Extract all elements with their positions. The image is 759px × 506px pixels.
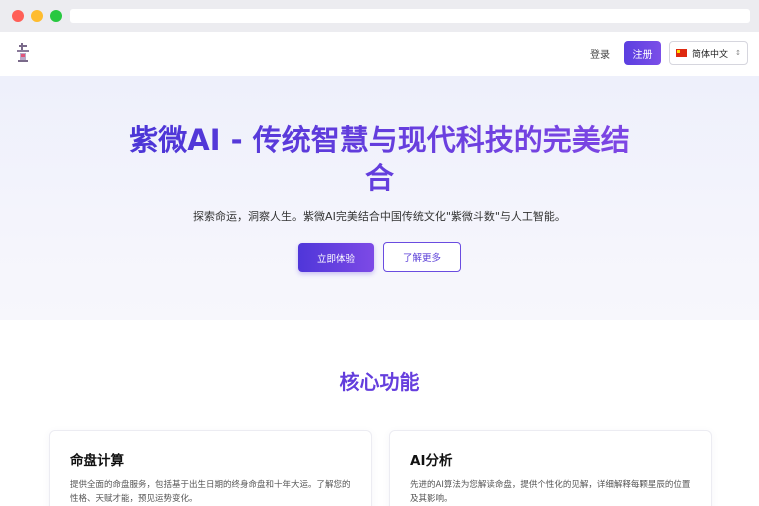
feature-card-title: AI分析: [410, 453, 453, 469]
minimize-window-icon[interactable]: [31, 10, 43, 22]
browser-chrome: [0, 0, 759, 32]
hero-subtitle: 探索命运，洞察人生。紫微AI完美结合中国传统文化"紫微斗数"与人工智能。: [193, 210, 566, 223]
logo-icon[interactable]: [12, 42, 34, 66]
features-section-title: 核心功能: [0, 366, 759, 395]
try-now-button[interactable]: 立即体验: [298, 243, 374, 272]
signup-button[interactable]: 注册: [624, 41, 661, 65]
hero-title: 紫微AI - 传统智慧与现代科技的完美结合: [120, 121, 639, 197]
browser-window: 登录 注册 简体中文 ↕ 紫微AI - 传统智慧与现代科技的完美结合 探索命运，…: [0, 0, 759, 506]
learn-more-button[interactable]: 了解更多: [383, 242, 461, 272]
chevron-up-down-icon: ↕: [735, 48, 741, 57]
maximize-window-icon[interactable]: [50, 10, 62, 22]
close-window-icon[interactable]: [12, 10, 24, 22]
feature-card-chart-calculation: 命盘计算 提供全面的命盘服务，包括基于出生日期的终身命盘和十年大运。了解您的性格…: [49, 430, 372, 506]
feature-card-description: 提供全面的命盘服务，包括基于出生日期的终身命盘和十年大运。了解您的性格、天赋才能…: [70, 480, 351, 504]
china-flag-icon: [676, 49, 687, 57]
feature-card-title: 命盘计算: [70, 453, 124, 469]
address-bar[interactable]: [70, 9, 750, 23]
top-navbar: 登录 注册 简体中文 ↕: [0, 32, 759, 76]
feature-card-ai-analysis: AI分析 先进的AI算法为您解读命盘，提供个性化的见解，详细解释每颗星辰的位置及…: [389, 430, 712, 506]
feature-card-description: 先进的AI算法为您解读命盘，提供个性化的见解，详细解释每颗星辰的位置及其影响。: [410, 480, 691, 504]
login-link[interactable]: 登录: [590, 46, 610, 61]
language-select-value: 简体中文: [692, 49, 729, 60]
language-select[interactable]: 简体中文 ↕: [669, 41, 748, 65]
hero-section: 紫微AI - 传统智慧与现代科技的完美结合 探索命运，洞察人生。紫微AI完美结合…: [0, 76, 759, 320]
